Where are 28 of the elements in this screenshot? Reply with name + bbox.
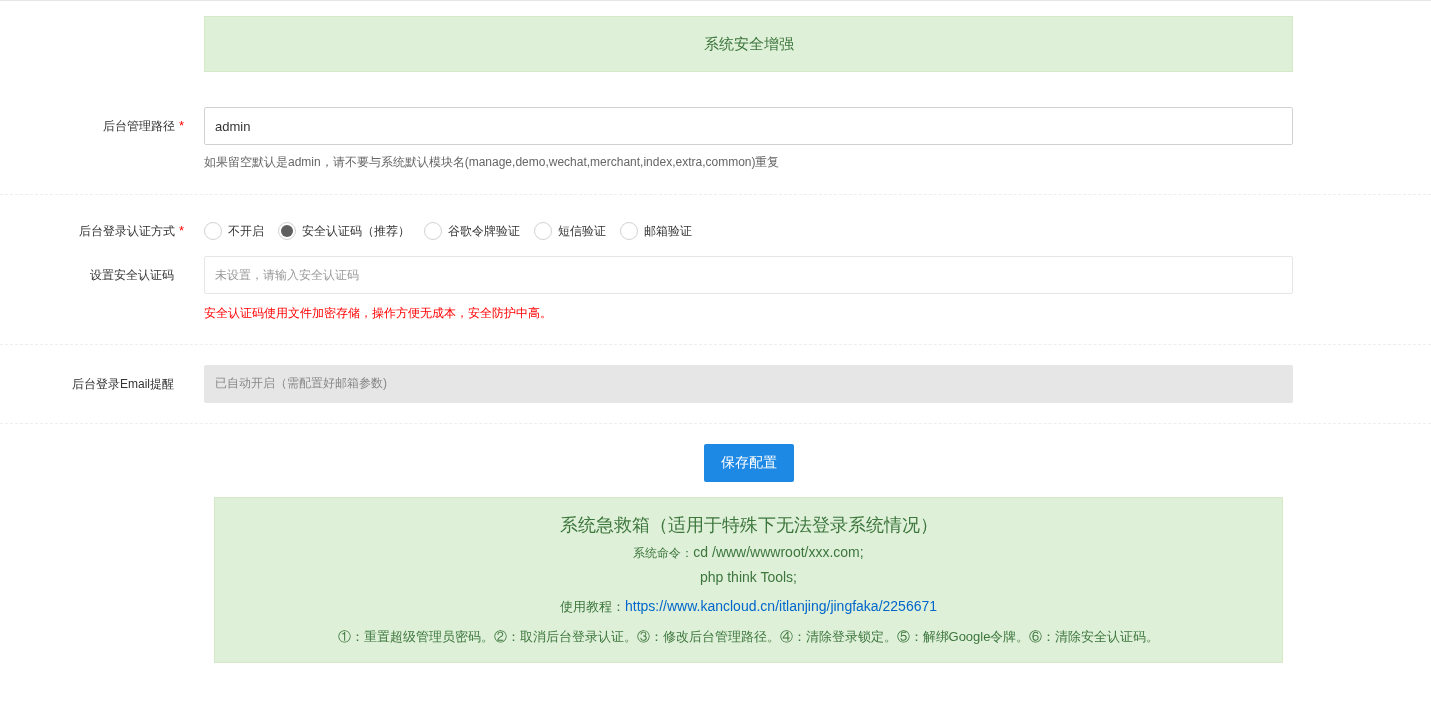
field-label: 设置安全认证码 <box>90 266 174 284</box>
radio-button[interactable] <box>204 221 222 240</box>
radio-option[interactable]: 谷歌令牌验证 <box>424 221 520 240</box>
command-label: 系统命令： <box>633 544 694 562</box>
input-field[interactable]: admin <box>204 107 1293 145</box>
field-label: 后台登录认证方式 <box>78 222 175 240</box>
field-label: 后台登录Email提醒 <box>72 375 174 393</box>
radio-option[interactable]: 邮箱验证 <box>620 221 692 240</box>
required-mark: * <box>178 117 184 136</box>
save-button[interactable]: 保存配置 <box>703 443 794 482</box>
panel-title: 系统急救箱（适用于特殊下无法登录系统情况） <box>559 513 938 537</box>
radio-button[interactable] <box>620 221 638 240</box>
radio-option[interactable]: 短信验证 <box>534 221 606 240</box>
field-label: 后台管理路径 <box>102 118 175 135</box>
functions-text: ①：重置超级管理员密码。②：取消后台登录认证。③：修改后台管理路径。④：清除登录锁定。⑤：解绑Google令牌。⑥：清除安全认证码。 <box>337 627 1160 646</box>
tutorial-label: 使用教程： <box>559 597 625 616</box>
radio-button[interactable] <box>424 221 442 240</box>
section-banner: 系统安全增强 <box>204 16 1293 72</box>
required-mark: * <box>178 222 184 240</box>
command-text: php think Tools; <box>700 567 797 587</box>
input-field[interactable]: 未设置，请输入安全认证码 <box>204 255 1293 294</box>
radio-button[interactable] <box>534 221 552 240</box>
radio-option[interactable]: 安全认证码（推荐） <box>278 221 410 240</box>
radio-option[interactable]: 不开启 <box>204 221 264 240</box>
tutorial-link[interactable]: https://www.kancloud.cn/itlanjing/jingfaka/2256671 <box>624 595 938 617</box>
hint-text: 如果留空默认是admin，请不要与系统默认模块名(manage,demo,wechat,merchant,index,extra,common)重复 <box>204 154 781 171</box>
hint-text: 安全认证码使用文件加密存储，操作方便无成本，安全防护中高。 <box>204 304 553 322</box>
command-text: cd /www/wwwroot/xxx.com; <box>693 542 864 562</box>
